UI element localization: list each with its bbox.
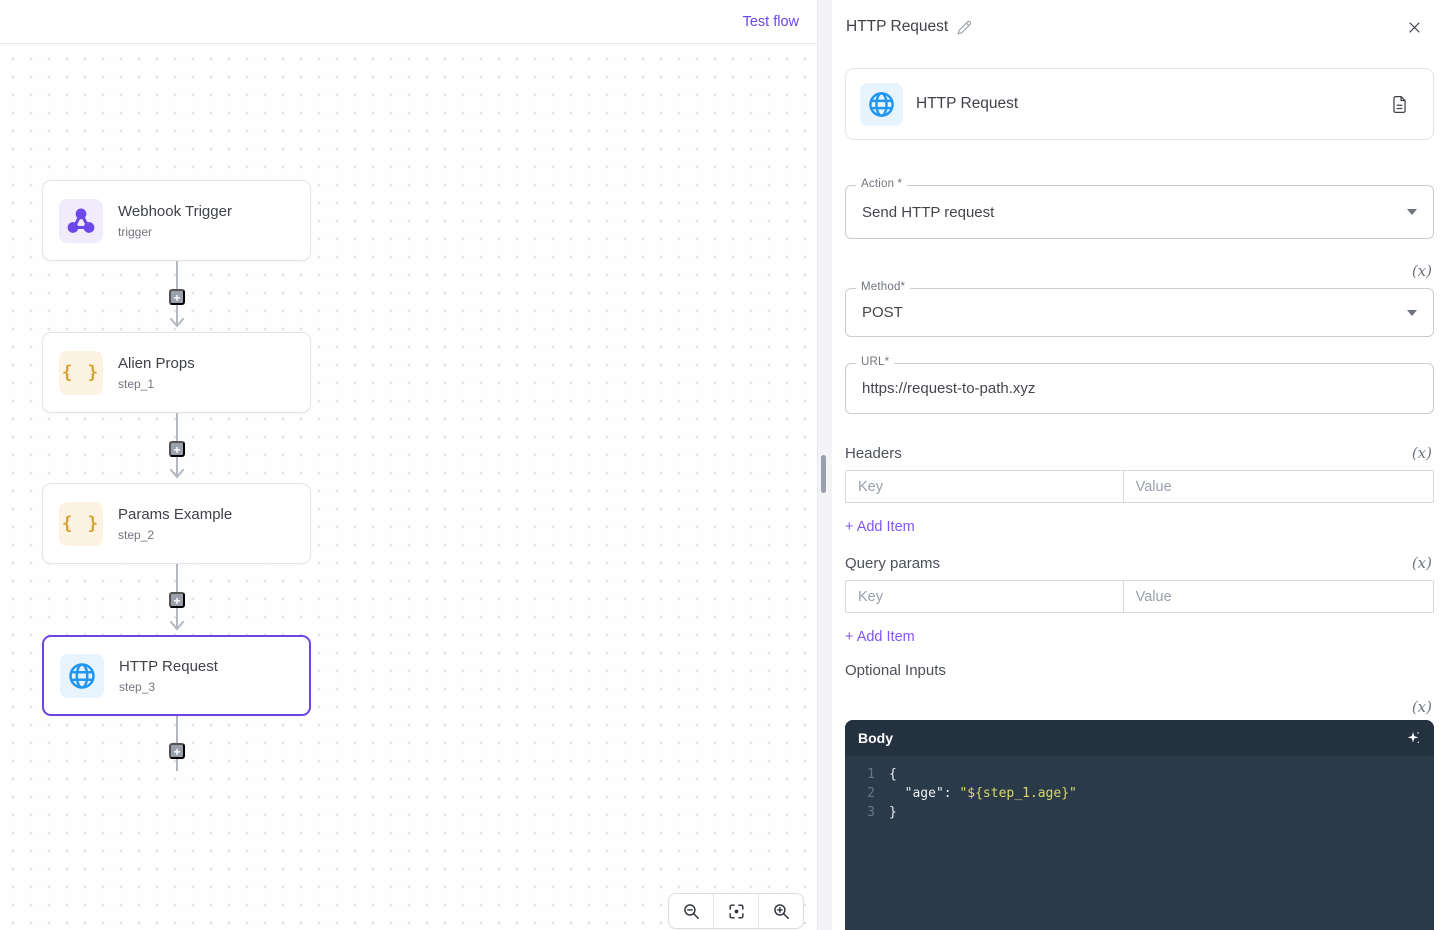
zoom-in-button[interactable] bbox=[758, 894, 803, 928]
piece-name: HTTP Request bbox=[916, 95, 1018, 113]
insert-variable-icon[interactable]: (x) bbox=[1412, 554, 1432, 572]
piece-info-card: HTTP Request bbox=[845, 68, 1434, 140]
braces-icon: { } bbox=[59, 351, 103, 395]
flow-canvas-pane: Test flow Webhook Trigger trigger + bbox=[0, 0, 818, 930]
panel-title: HTTP Request bbox=[846, 18, 948, 36]
globe-icon bbox=[860, 83, 903, 126]
headers-key-input[interactable] bbox=[846, 471, 1124, 502]
flow-canvas[interactable]: Webhook Trigger trigger + { } Alien Prop… bbox=[0, 44, 817, 930]
step-settings-panel: HTTP Request HTTP Request bbox=[832, 0, 1452, 930]
method-select[interactable]: Method* POST bbox=[845, 288, 1434, 337]
fit-view-button[interactable] bbox=[713, 894, 758, 928]
node-webhook-trigger[interactable]: Webhook Trigger trigger bbox=[42, 180, 311, 261]
node-step-name: step_3 bbox=[119, 680, 218, 694]
fit-view-icon bbox=[727, 902, 746, 921]
query-params-kv-row bbox=[845, 580, 1434, 613]
edit-name-icon[interactable] bbox=[957, 20, 972, 35]
panel-resizer-gutter bbox=[818, 0, 832, 930]
variable-row: (x) bbox=[832, 261, 1432, 281]
code-line: 2 "age": "${step_1.age}" bbox=[845, 784, 1434, 803]
node-alien-props[interactable]: { } Alien Props step_1 bbox=[42, 332, 311, 413]
optional-inputs-label: Optional Inputs bbox=[845, 662, 1432, 682]
zoom-out-button[interactable] bbox=[669, 894, 713, 928]
url-input[interactable] bbox=[862, 380, 1417, 397]
headers-section-header: Headers (x) bbox=[845, 442, 1432, 464]
url-field: URL* bbox=[845, 363, 1434, 414]
add-step-button[interactable]: + bbox=[169, 592, 185, 608]
query-params-add-item-button[interactable]: + Add Item bbox=[845, 627, 955, 647]
add-step-button[interactable]: + bbox=[169, 289, 185, 305]
chevron-down-icon bbox=[1407, 310, 1417, 316]
query-params-label: Query params bbox=[845, 555, 940, 572]
arrow-down-icon bbox=[170, 469, 184, 478]
node-http-request[interactable]: HTTP Request step_3 bbox=[42, 635, 311, 716]
close-panel-button[interactable] bbox=[1407, 20, 1422, 35]
insert-variable-icon[interactable]: (x) bbox=[1412, 261, 1432, 281]
method-value: POST bbox=[862, 304, 903, 321]
action-value: Send HTTP request bbox=[862, 204, 994, 221]
code-line: 1{ bbox=[845, 765, 1434, 784]
document-icon bbox=[1390, 95, 1409, 114]
node-params-example[interactable]: { } Params Example step_2 bbox=[42, 483, 311, 564]
test-flow-button[interactable]: Test flow bbox=[743, 14, 799, 30]
node-step-name: step_2 bbox=[118, 528, 232, 542]
panel-resize-handle[interactable] bbox=[821, 455, 826, 493]
body-editor-header: Body bbox=[845, 720, 1434, 756]
headers-value-input[interactable] bbox=[1124, 471, 1433, 502]
panel-header: HTTP Request bbox=[832, 0, 1452, 36]
body-code-editor: Body 1{ 2 "age": "${step_1.age}" 3} bbox=[845, 720, 1434, 930]
action-select[interactable]: Action * Send HTTP request bbox=[845, 185, 1434, 239]
sparkle-icon bbox=[1405, 730, 1421, 746]
body-code-area[interactable]: 1{ 2 "age": "${step_1.age}" 3} bbox=[845, 756, 1434, 822]
headers-label: Headers bbox=[845, 445, 902, 462]
query-params-section-header: Query params (x) bbox=[845, 552, 1432, 574]
node-title: Alien Props bbox=[118, 355, 195, 372]
node-title: Webhook Trigger bbox=[118, 203, 232, 220]
insert-variable-icon[interactable]: (x) bbox=[1412, 444, 1432, 462]
ai-assist-button[interactable] bbox=[1405, 730, 1421, 746]
query-params-key-input[interactable] bbox=[846, 581, 1124, 612]
node-step-name: trigger bbox=[118, 225, 232, 239]
headers-add-item-button[interactable]: + Add Item bbox=[845, 517, 955, 537]
canvas-zoom-controls bbox=[668, 893, 804, 929]
close-icon bbox=[1407, 20, 1422, 35]
globe-icon bbox=[60, 654, 104, 698]
variable-row: (x) bbox=[832, 697, 1432, 717]
node-title: HTTP Request bbox=[119, 658, 218, 675]
arrow-down-icon bbox=[170, 318, 184, 327]
headers-kv-row bbox=[845, 470, 1434, 503]
arrow-down-icon bbox=[170, 621, 184, 630]
node-step-name: step_1 bbox=[118, 377, 195, 391]
code-line: 3} bbox=[845, 803, 1434, 822]
add-step-button[interactable]: + bbox=[169, 441, 185, 457]
query-params-value-input[interactable] bbox=[1124, 581, 1433, 612]
webhook-icon bbox=[59, 199, 103, 243]
chevron-down-icon bbox=[1407, 209, 1417, 215]
insert-variable-icon[interactable]: (x) bbox=[1412, 697, 1432, 717]
method-label: Method* bbox=[856, 281, 910, 293]
node-title: Params Example bbox=[118, 506, 232, 523]
docs-button[interactable] bbox=[1390, 95, 1409, 114]
zoom-out-icon bbox=[682, 902, 701, 921]
canvas-topbar: Test flow bbox=[0, 0, 817, 44]
url-label: URL* bbox=[856, 356, 894, 368]
add-step-button[interactable]: + bbox=[169, 743, 185, 759]
braces-icon: { } bbox=[59, 502, 103, 546]
body-editor-title: Body bbox=[858, 730, 893, 746]
action-label: Action * bbox=[856, 178, 907, 190]
zoom-in-icon bbox=[772, 902, 791, 921]
